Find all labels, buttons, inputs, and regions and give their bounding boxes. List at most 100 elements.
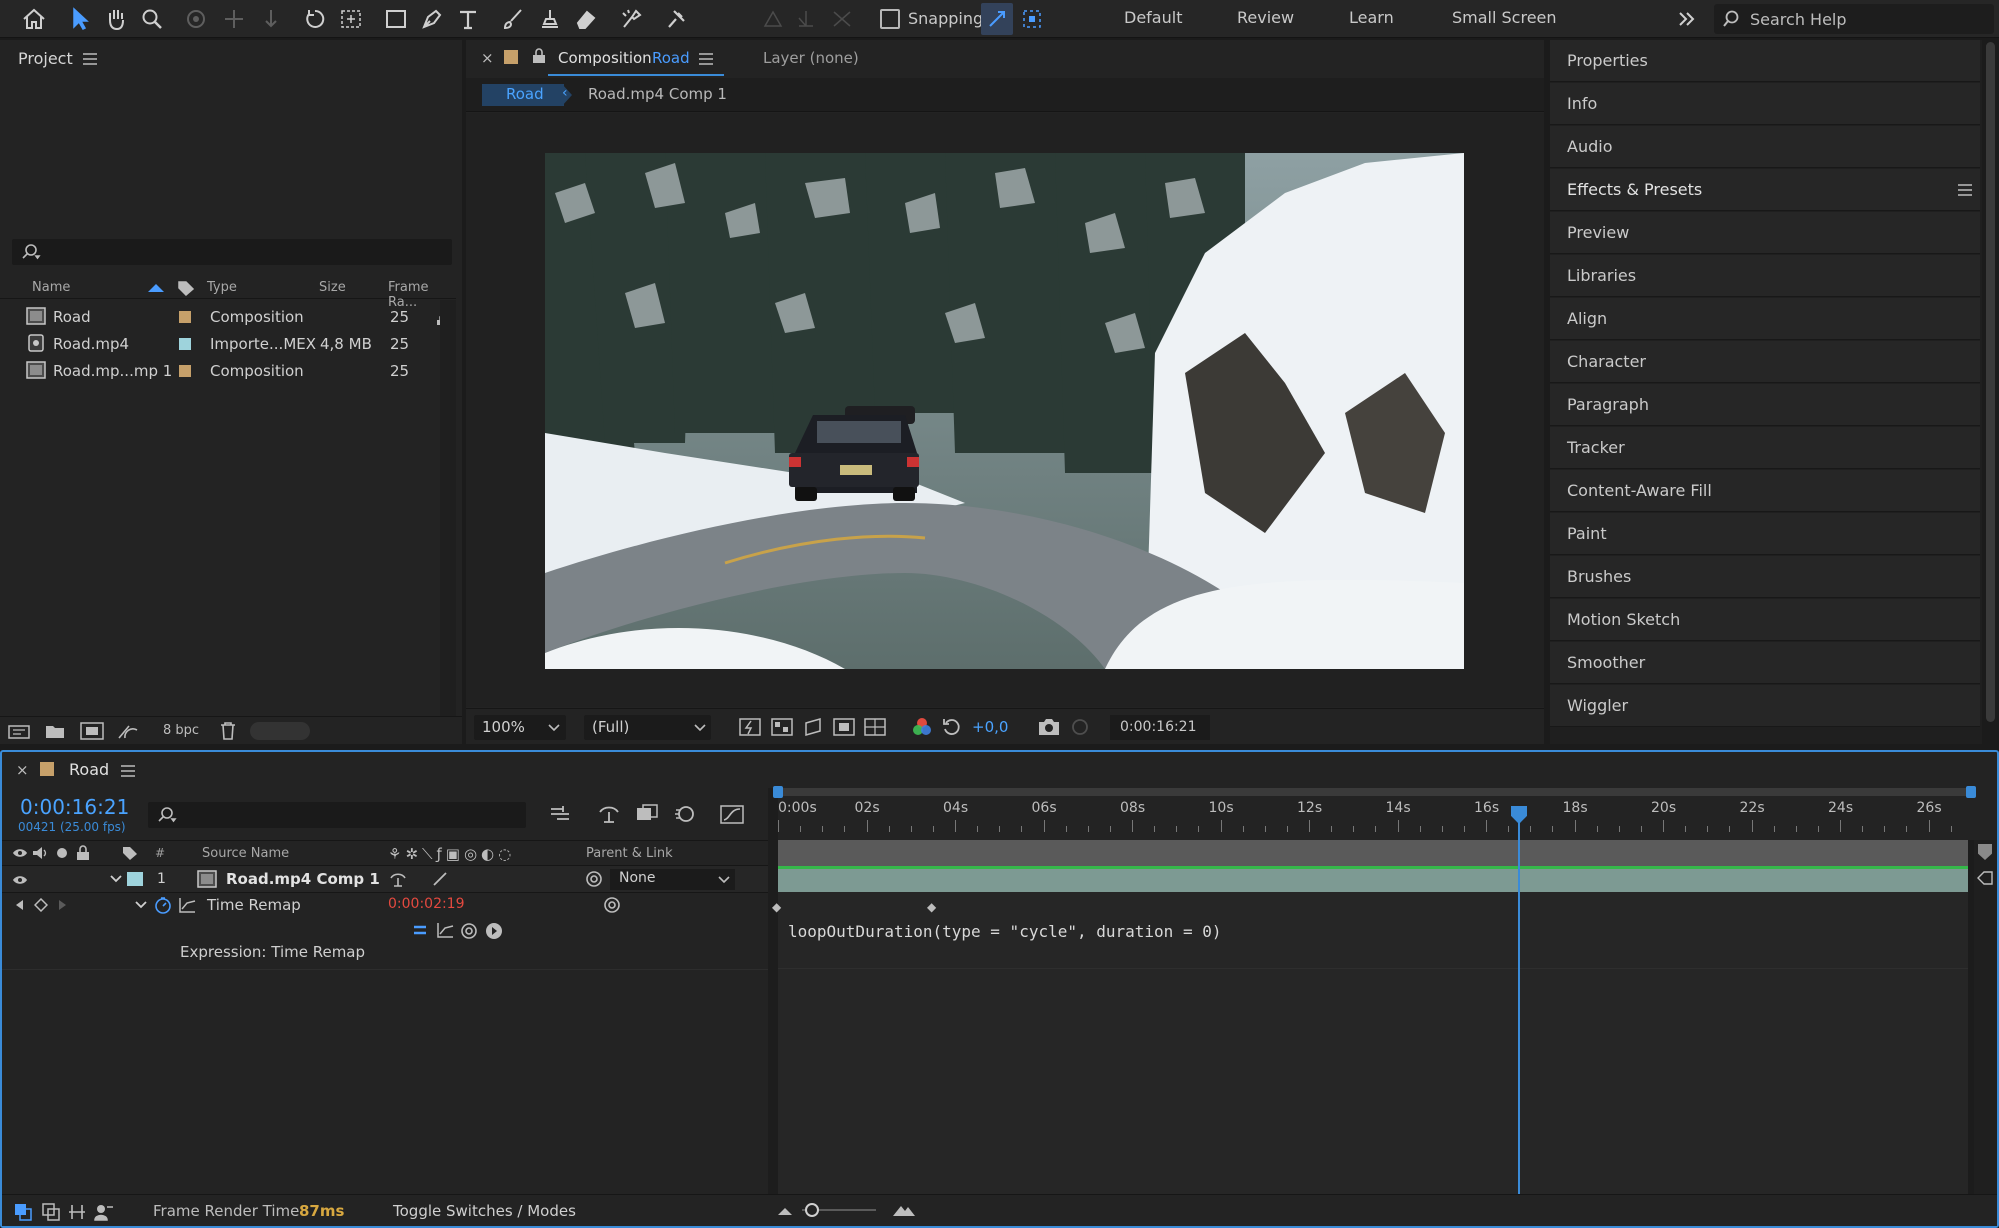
- panel-effects-presets[interactable]: Effects & Presets: [1550, 169, 1980, 211]
- column-parent-link[interactable]: Parent & Link: [586, 846, 673, 861]
- rotate-tool-icon[interactable]: [299, 3, 331, 35]
- timeline-graph-area[interactable]: ◆ ◆ loopOutDuration(type = "cycle", dura…: [772, 840, 1974, 1194]
- axis-view-icon[interactable]: [826, 3, 858, 35]
- video-eye-icon[interactable]: [12, 874, 28, 886]
- panel-align[interactable]: Align: [1550, 298, 1980, 340]
- dolly-camera-icon[interactable]: [255, 3, 287, 35]
- expression-editor[interactable]: loopOutDuration(type = "cycle", duration…: [788, 922, 1221, 941]
- pick-whip-icon[interactable]: [603, 896, 621, 914]
- layer-switches-pane-icon[interactable]: [14, 1203, 32, 1221]
- panel-paint[interactable]: Paint: [1550, 513, 1980, 555]
- work-area-start-handle[interactable]: [773, 786, 783, 798]
- transparency-grid-icon[interactable]: [771, 717, 793, 737]
- timeline-tab-name[interactable]: Road: [69, 760, 109, 779]
- project-scrollbar[interactable]: [440, 300, 456, 740]
- audio-speaker-icon[interactable]: [32, 846, 48, 860]
- panel-brushes[interactable]: Brushes: [1550, 556, 1980, 598]
- label-tag-icon[interactable]: [177, 280, 195, 296]
- frame-blending-icon[interactable]: [636, 804, 658, 824]
- comp-marker-bin-icon[interactable]: [1978, 844, 1992, 860]
- time-ruler[interactable]: 0:00s 02s 04s 06s 08s 10s 12s 14s 16s 18s 20s 22s 24…: [773, 786, 1978, 840]
- panel-menu-icon[interactable]: [1958, 184, 1972, 196]
- search-help-field[interactable]: Search Help: [1714, 4, 1994, 34]
- layer-duration-bar[interactable]: [778, 866, 1968, 892]
- expression-graph-icon[interactable]: [436, 922, 454, 938]
- chevron-down-icon[interactable]: [110, 875, 122, 883]
- reset-exposure-icon[interactable]: [942, 717, 962, 737]
- toggle-switches-modes-button[interactable]: Toggle Switches / Modes: [393, 1202, 576, 1220]
- pan-camera-icon[interactable]: [218, 3, 250, 35]
- zoom-out-mountain-icon[interactable]: [777, 1203, 793, 1217]
- breadcrumb-road-comp-1[interactable]: Road.mp4 Comp 1: [588, 85, 727, 103]
- panel-properties[interactable]: Properties: [1550, 40, 1980, 82]
- panel-tracker[interactable]: Tracker: [1550, 427, 1980, 469]
- scrollbar-thumb[interactable]: [1986, 42, 1995, 722]
- shy-switch-icon[interactable]: [390, 871, 406, 887]
- next-keyframe-icon[interactable]: [58, 899, 68, 911]
- panel-menu-icon[interactable]: [699, 53, 713, 65]
- column-source-name[interactable]: Source Name: [202, 846, 289, 861]
- type-tool-icon[interactable]: [452, 3, 484, 35]
- panel-divider[interactable]: [768, 788, 778, 1194]
- lock-icon[interactable]: [532, 48, 546, 64]
- mask-visibility-icon[interactable]: [802, 717, 824, 737]
- grid-guides-icon[interactable]: [864, 717, 886, 737]
- axis-local-icon[interactable]: [757, 3, 789, 35]
- chevron-down-icon[interactable]: [135, 901, 147, 909]
- selection-tool-icon[interactable]: [64, 3, 96, 35]
- magnification-dropdown[interactable]: 100%: [474, 715, 566, 740]
- comp-viewer[interactable]: [466, 113, 1544, 707]
- show-snapshot-icon[interactable]: [1070, 718, 1090, 736]
- color-channels-icon[interactable]: [912, 717, 932, 737]
- expression-pick-whip-icon[interactable]: [460, 922, 478, 940]
- panel-menu-icon[interactable]: [121, 765, 135, 777]
- hand-tool-icon[interactable]: [100, 3, 132, 35]
- puppet-pin-icon[interactable]: [660, 3, 692, 35]
- layer-tab[interactable]: Layer (none): [763, 49, 859, 67]
- panel-menu-icon[interactable]: [83, 53, 97, 65]
- parent-dropdown[interactable]: None: [610, 869, 735, 890]
- panel-wiggler[interactable]: Wiggler: [1550, 685, 1980, 727]
- render-time-pane-icon[interactable]: [94, 1203, 114, 1221]
- label-swatch[interactable]: [179, 365, 191, 377]
- project-settings-icon[interactable]: [117, 722, 141, 740]
- rectangle-tool-icon[interactable]: [380, 3, 412, 35]
- orbit-camera-icon[interactable]: [180, 3, 212, 35]
- thumbnail-slider[interactable]: [250, 722, 310, 740]
- sort-ascending-icon[interactable]: [148, 282, 164, 292]
- motion-blur-icon[interactable]: [674, 804, 696, 824]
- roto-brush-icon[interactable]: [616, 3, 648, 35]
- viewer-timecode[interactable]: 0:00:16:21: [1110, 715, 1210, 740]
- close-icon[interactable]: ×: [481, 49, 494, 67]
- column-size[interactable]: Size: [319, 280, 346, 295]
- work-area-bar[interactable]: [778, 788, 1973, 796]
- pick-whip-icon[interactable]: [585, 870, 603, 888]
- quality-switch-icon[interactable]: [432, 871, 448, 887]
- new-folder-icon[interactable]: [45, 723, 65, 739]
- panel-content-aware-fill[interactable]: Content-Aware Fill: [1550, 470, 1980, 512]
- timeline-search-input[interactable]: [148, 802, 526, 828]
- chevron-double-right-icon[interactable]: [1670, 3, 1702, 35]
- new-composition-icon[interactable]: [80, 722, 104, 740]
- expression-language-menu-icon[interactable]: [485, 922, 503, 940]
- panel-audio[interactable]: Audio: [1550, 126, 1980, 168]
- previous-keyframe-icon[interactable]: [14, 899, 24, 911]
- workspace-review[interactable]: Review: [1237, 8, 1294, 27]
- timeline-zoom-thumb[interactable]: [805, 1203, 819, 1217]
- add-keyframe-icon[interactable]: [34, 898, 48, 912]
- keyframe-1[interactable]: ◆: [772, 900, 781, 914]
- workspace-learn[interactable]: Learn: [1349, 8, 1394, 27]
- project-search-input[interactable]: [12, 239, 452, 265]
- comp-tab-prefix[interactable]: Composition: [558, 49, 652, 67]
- current-time-display[interactable]: 0:00:16:21: [20, 795, 129, 819]
- label-swatch[interactable]: [127, 872, 143, 886]
- layer-marker-icon[interactable]: [1976, 870, 1994, 886]
- home-icon[interactable]: [18, 3, 50, 35]
- layer-name[interactable]: Road.mp4 Comp 1: [226, 870, 380, 888]
- panel-smoother[interactable]: Smoother: [1550, 642, 1980, 684]
- panel-character[interactable]: Character: [1550, 341, 1980, 383]
- panel-motion-sketch[interactable]: Motion Sketch: [1550, 599, 1980, 641]
- right-panel-scrollbar[interactable]: [1982, 40, 1999, 744]
- snapping-checkbox[interactable]: [880, 9, 900, 29]
- work-area-end-handle[interactable]: [1966, 786, 1976, 798]
